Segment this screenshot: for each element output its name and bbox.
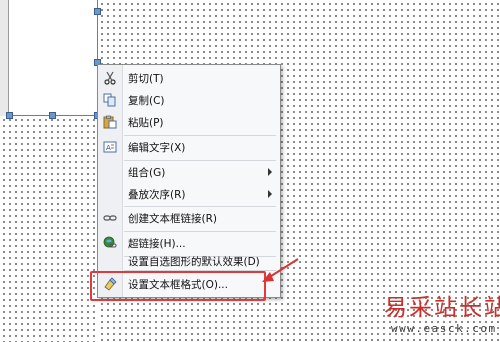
document-canvas: 剪切(T) 复制(C) 粘贴(P) A 编辑文字(X) 组合(G) 叠放次序(R… <box>0 0 500 342</box>
watermark-url: www.easck.com <box>391 322 497 335</box>
watermark-title: 易采站长站 <box>384 295 500 321</box>
